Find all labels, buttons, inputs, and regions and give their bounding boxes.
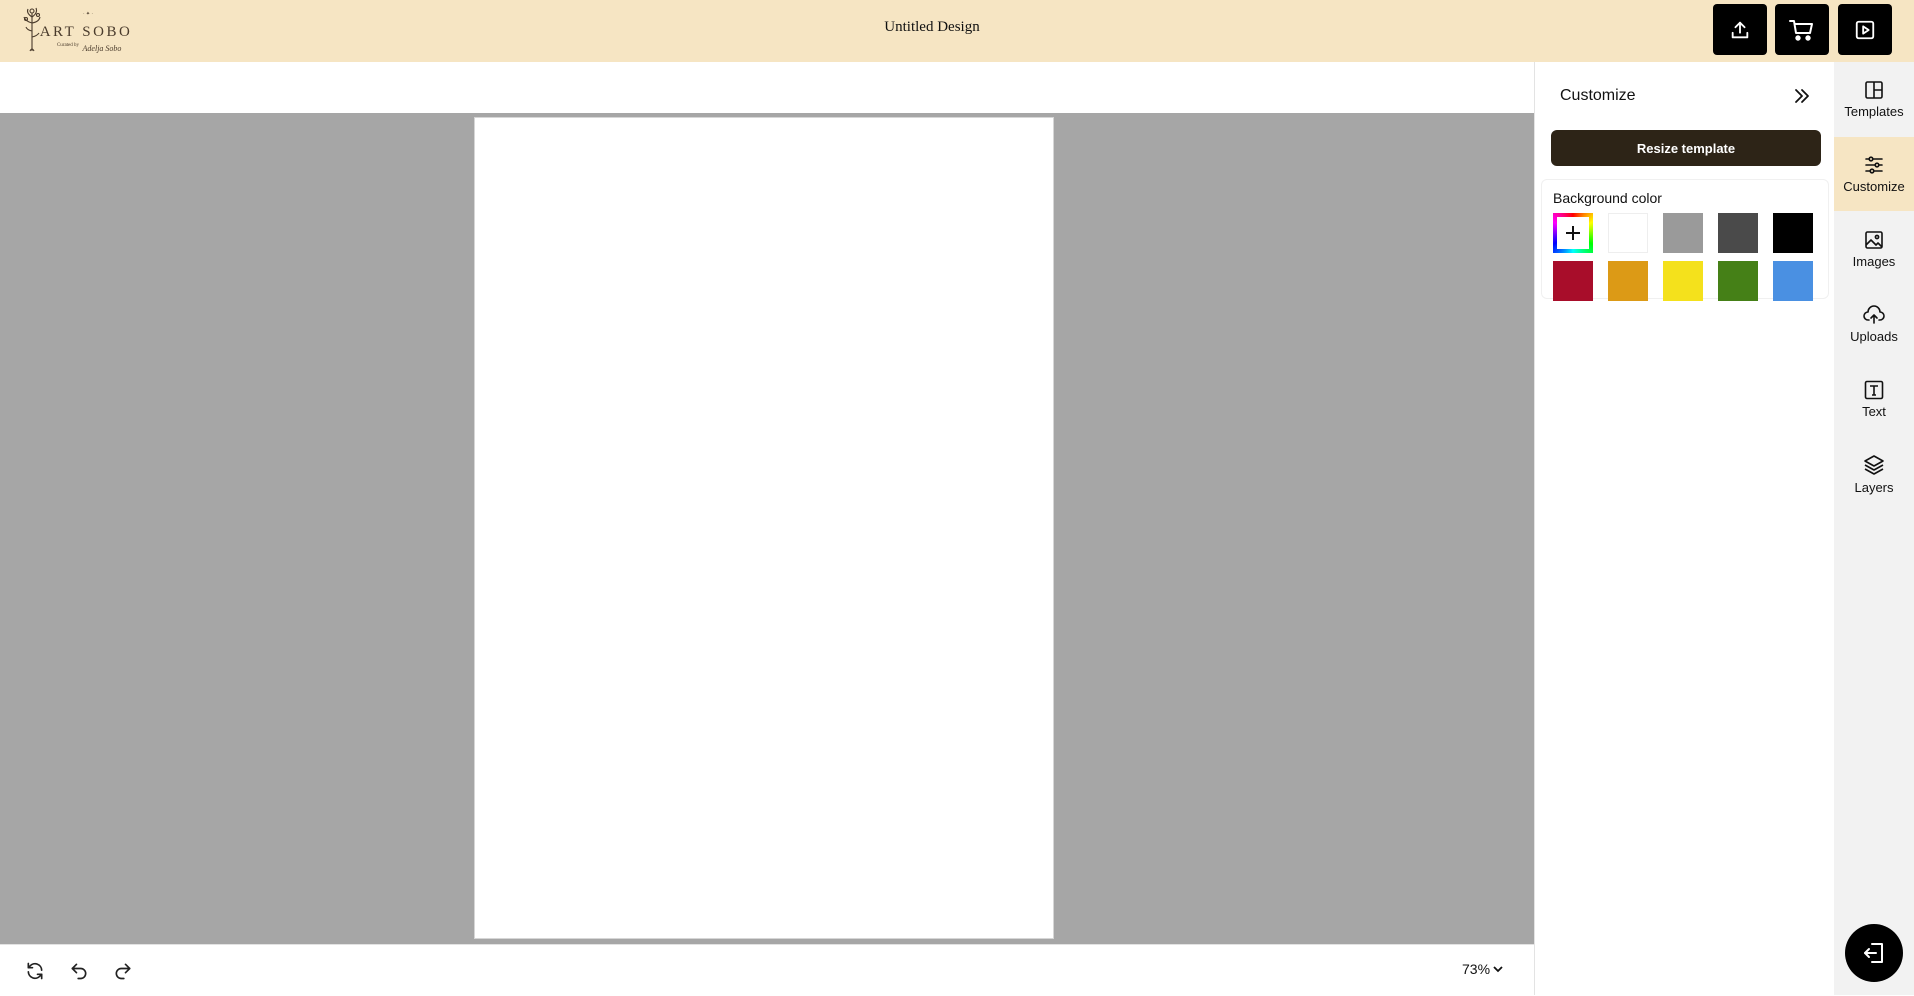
play-icon [1855,20,1875,39]
canvas-workspace[interactable] [0,113,1534,944]
rail-item-templates[interactable]: Templates [1834,62,1914,136]
color-swatch[interactable] [1663,261,1703,301]
top-header: · ✦ · ART SOBO Curated by Adelja Sobo Un… [0,0,1914,63]
refresh-icon [27,962,43,980]
right-nav-rail: Templates Customize Images Uploads Text … [1834,62,1914,995]
undo-icon [71,963,87,980]
reset-button[interactable] [23,959,47,983]
uploads-icon [1863,304,1885,324]
cart-icon [1789,19,1813,41]
custom-color-picker[interactable] [1553,213,1593,253]
exit-editor-button[interactable] [1845,924,1903,982]
rail-label-layers: Layers [1854,479,1894,495]
images-icon [1865,230,1883,249]
plus-icon [1566,226,1580,240]
undo-button[interactable] [67,959,91,983]
resize-template-button[interactable]: Resize template [1551,130,1821,166]
color-swatch[interactable] [1773,261,1813,301]
customize-panel: Customize Resize template Background col… [1534,62,1834,995]
color-swatch[interactable] [1773,213,1813,253]
rail-item-uploads[interactable]: Uploads [1834,287,1914,361]
templates-icon [1865,80,1883,99]
color-swatch[interactable] [1608,261,1648,301]
chevron-down-icon [1493,966,1503,973]
customize-icon [1865,155,1883,174]
rail-label-templates: Templates [1844,103,1904,119]
rail-item-layers[interactable]: Layers [1834,437,1914,511]
rail-label-text: Text [1862,403,1886,419]
collapse-panel-button[interactable] [1792,86,1812,106]
bottom-bar: 73% [0,944,1534,996]
rail-item-customize[interactable]: Customize [1834,137,1914,211]
logo-signature: Adelja Sobo [82,44,122,53]
context-toolbar [0,62,1534,113]
redo-button[interactable] [111,959,135,983]
preview-button[interactable] [1838,4,1892,55]
background-color-section: Background color [1541,179,1829,301]
redo-icon [115,963,131,980]
color-swatch[interactable] [1718,213,1758,253]
design-page[interactable] [474,117,1054,939]
exit-icon [1864,943,1883,963]
panel-title: Customize [1560,87,1636,104]
zoom-select[interactable]: 73% [1462,961,1504,977]
rail-label-customize: Customize [1843,178,1905,194]
upload-icon [1731,21,1749,38]
background-color-label: Background color [1553,190,1662,206]
zoom-level: 73% [1462,961,1491,977]
svg-text:· ✦ ·: · ✦ · [83,11,93,17]
text-icon [1864,380,1884,399]
export-button[interactable] [1713,4,1767,55]
color-swatch[interactable] [1663,213,1703,253]
layers-icon [1864,454,1884,475]
rail-label-uploads: Uploads [1850,328,1898,344]
rail-label-images: Images [1852,253,1896,269]
design-title[interactable]: Untitled Design [0,19,1864,36]
color-swatch[interactable] [1718,261,1758,301]
add-to-cart-button[interactable] [1775,4,1829,55]
color-swatch[interactable] [1553,261,1593,301]
color-swatch[interactable] [1608,213,1648,253]
logo-small-text: Curated by [57,43,80,48]
double-chevron-right-icon [1795,89,1809,103]
rail-item-images[interactable]: Images [1834,212,1914,286]
rail-item-text[interactable]: Text [1834,362,1914,436]
